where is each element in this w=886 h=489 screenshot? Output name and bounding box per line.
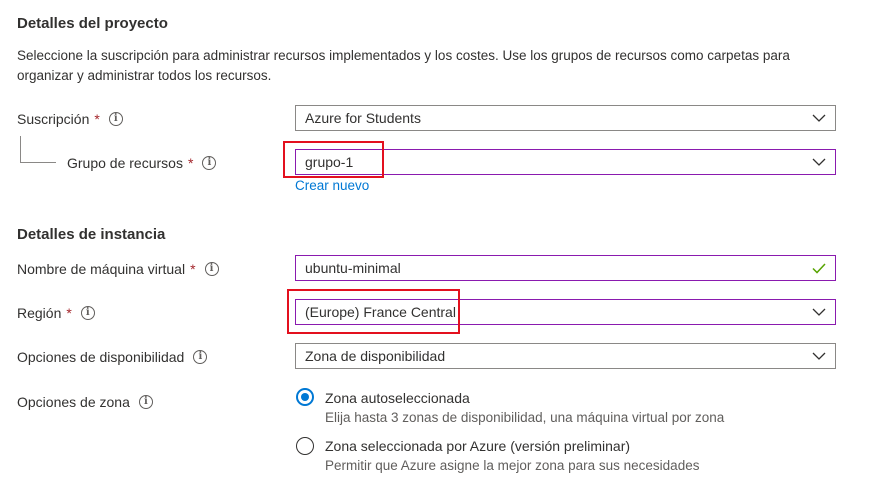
instance-details-title: Detalles de instancia — [17, 226, 166, 243]
zone-options-label: Opciones de zona i — [17, 394, 153, 410]
chevron-down-icon — [812, 349, 826, 363]
required-marker: * — [66, 305, 72, 321]
tree-connector-vertical — [20, 136, 21, 163]
highlight-box-region — [287, 289, 460, 334]
subscription-value: Azure for Students — [305, 110, 421, 126]
region-label: Región * i — [17, 305, 95, 321]
project-details-title: Detalles del proyecto — [17, 15, 168, 32]
highlight-box-resource-group — [283, 141, 384, 178]
info-icon[interactable]: i — [80, 306, 95, 320]
chevron-down-icon — [812, 155, 826, 169]
region-label-text: Región — [17, 305, 62, 321]
subscription-label-text: Suscripción — [17, 111, 90, 127]
option-azure-zone-title[interactable]: Zona seleccionada por Azure (versión pre… — [325, 438, 630, 454]
option-azure-zone-desc: Permitir que Azure asigne la mejor zona … — [325, 458, 700, 473]
info-icon[interactable]: i — [138, 395, 153, 409]
option-auto-zone-title[interactable]: Zona autoseleccionada — [325, 390, 470, 406]
availability-label-text: Opciones de disponibilidad — [17, 349, 185, 365]
availability-value: Zona de disponibilidad — [305, 348, 446, 364]
info-icon[interactable]: i — [204, 262, 219, 276]
info-icon[interactable]: i — [108, 112, 123, 126]
tree-connector-horizontal — [20, 162, 56, 163]
zone-options-label-text: Opciones de zona — [17, 394, 130, 410]
availability-select[interactable]: Zona de disponibilidad — [295, 343, 836, 369]
info-icon[interactable]: i — [202, 156, 217, 170]
info-icon[interactable]: i — [193, 350, 208, 364]
vm-name-input[interactable]: ubuntu-minimal — [295, 255, 836, 281]
vm-name-value: ubuntu-minimal — [305, 260, 401, 276]
vm-name-label: Nombre de máquina virtual * i — [17, 261, 219, 277]
checkmark-icon — [812, 261, 826, 275]
subscription-label: Suscripción * i — [17, 111, 123, 127]
radio-auto-zone[interactable] — [296, 388, 314, 406]
radio-selected-dot — [301, 393, 309, 401]
availability-label: Opciones de disponibilidad i — [17, 349, 208, 365]
chevron-down-icon — [812, 305, 826, 319]
create-new-link[interactable]: Crear nuevo — [295, 178, 369, 193]
resource-group-label-text: Grupo de recursos — [67, 155, 183, 171]
project-details-description: Seleccione la suscripción para administr… — [17, 48, 790, 83]
chevron-down-icon — [812, 111, 826, 125]
required-marker: * — [187, 155, 194, 171]
subscription-select[interactable]: Azure for Students — [295, 105, 836, 131]
required-marker: * — [94, 111, 100, 127]
radio-azure-zone[interactable] — [296, 437, 314, 455]
vm-name-label-text: Nombre de máquina virtual — [17, 261, 186, 277]
required-marker: * — [190, 261, 196, 277]
resource-group-label: Grupo de recursos * i — [67, 155, 217, 171]
option-auto-zone-desc: Elija hasta 3 zonas de disponibilidad, u… — [325, 410, 725, 425]
